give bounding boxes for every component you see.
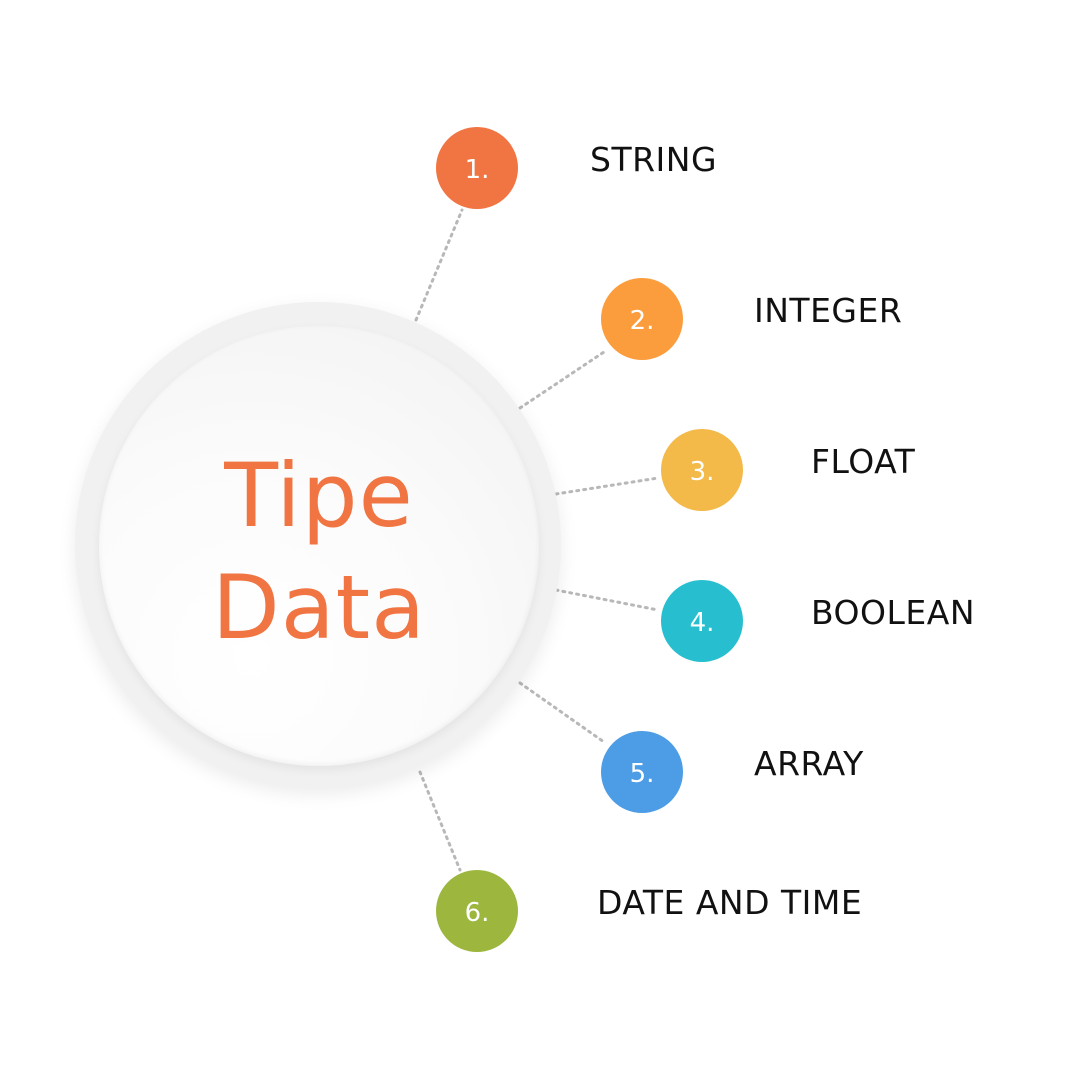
item-3-label: FLOAT: [811, 442, 916, 481]
connector-5: [518, 681, 606, 744]
item-6-number-badge: 6.: [436, 870, 518, 952]
item-1-number-badge: 1.: [436, 127, 518, 209]
data-types-diagram: Tipe Data 1. STRING 2. INTEGER 3. FLOAT …: [0, 0, 1080, 1080]
connector-3: [554, 476, 660, 496]
item-1-label: STRING: [590, 140, 718, 179]
item-2-label: INTEGER: [754, 291, 903, 330]
item-5-label: ARRAY: [754, 744, 864, 783]
item-6-label: DATE AND TIME: [597, 883, 863, 922]
connector-1: [414, 208, 464, 322]
connector-4: [554, 588, 660, 612]
hub-title-line-2: Data: [211, 556, 427, 659]
hub-title-line-1: Tipe: [224, 444, 414, 547]
item-3-number-badge: 3.: [661, 429, 743, 511]
item-5-number-badge: 5.: [601, 731, 683, 813]
connector-2: [518, 350, 606, 410]
item-4-label: BOOLEAN: [811, 593, 976, 632]
connector-6: [418, 770, 462, 872]
item-2-number-badge: 2.: [601, 278, 683, 360]
item-4-number-badge: 4.: [661, 580, 743, 662]
